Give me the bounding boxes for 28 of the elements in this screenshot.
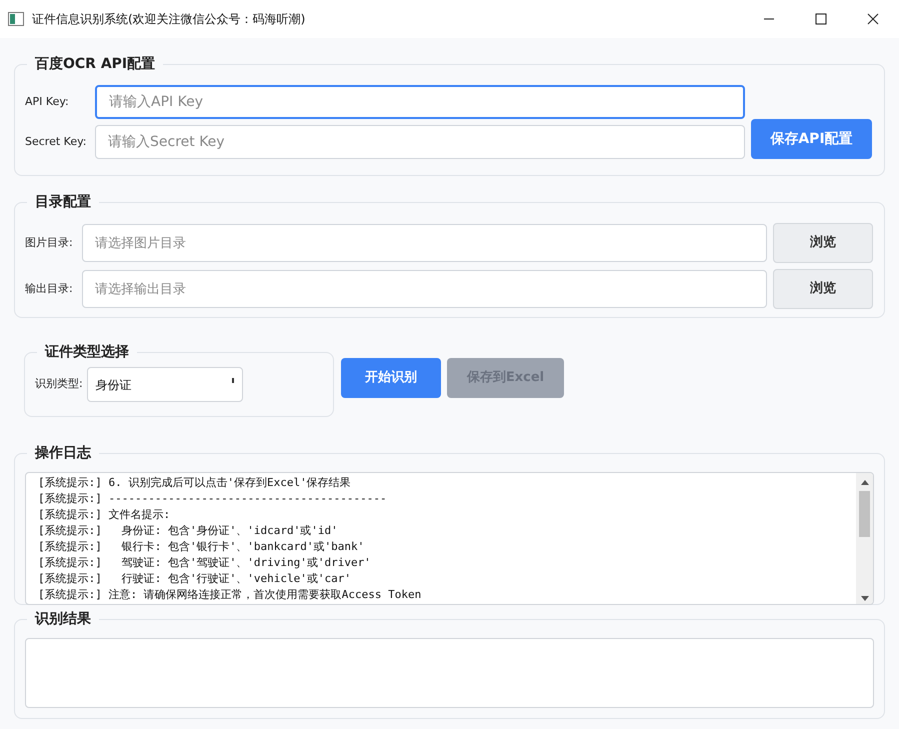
save-api-button[interactable]: 保存API配置 [751,119,872,159]
log-line: [系统提示:] 驾驶证: 包含'驾驶证'、'driving'或'driver' [38,555,372,571]
field-label: 识别类型: [35,376,83,392]
browse-button[interactable]: 浏览 [773,269,873,309]
log-line: [系统提示:] 文件名提示: [38,507,172,523]
log-line: [系统提示:] 银行卡: 包含'银行卡'、'bankcard'或'bank' [38,539,366,555]
scroll-down-icon[interactable] [860,596,868,602]
window-title: 证件信息识别系统(欢迎关注微信公众号：码海听潮) [32,11,306,28]
field-label: 图片目录: [25,234,74,251]
log-line: [系统提示:] 6. 识别完成后可以点击'保存到Excel'保存结果 [38,475,352,491]
close-icon[interactable] [867,13,879,25]
dropdown-icon [232,378,234,383]
action-button[interactable]: 开始识别 [341,358,441,398]
scrollbar[interactable] [856,473,873,604]
field-label: 输出目录: [25,280,74,297]
scroll-thumb[interactable] [859,491,870,537]
log-line: [系统提示:] 行驶证: 包含'行驶证'、'vehicle'或'car' [38,571,352,587]
scroll-up-icon[interactable] [860,479,868,485]
log-line: [系统提示:] ------------------------------------------ [38,491,388,507]
field-label: Secret Key: [25,134,88,150]
field-label: API Key: [25,94,70,110]
input-field[interactable]: 请输入API Key [95,85,745,119]
log-line: [系统提示:] 注意: 请确保网络连接正常，首次使用需要获取Access Token [38,587,422,603]
app-icon [8,12,24,26]
browse-button[interactable]: 浏览 [773,223,873,263]
type-dropdown[interactable]: 身份证 [86,367,243,402]
log-line: [系统提示:] 身份证: 包含'身份证'、'idcard'或'id' [38,523,339,539]
maximize-icon[interactable] [815,13,827,25]
